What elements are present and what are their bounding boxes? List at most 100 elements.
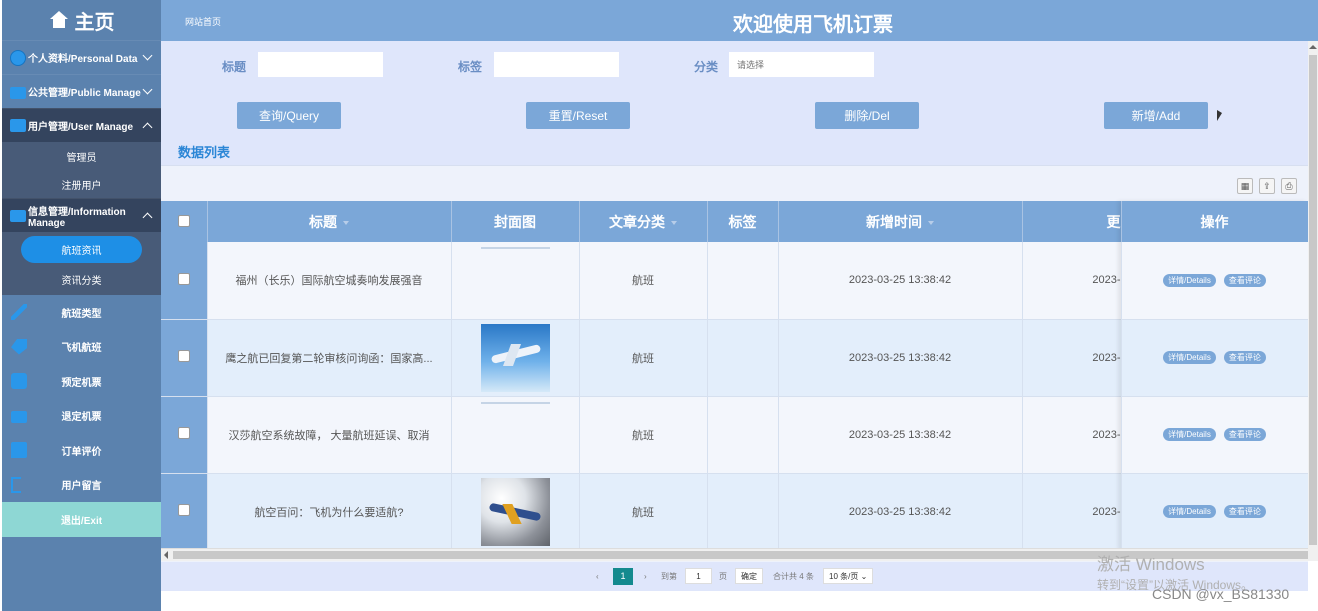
cover-image	[480, 477, 550, 546]
add-button[interactable]: 新增/Add	[1104, 102, 1208, 129]
details-button[interactable]: 详情/Details	[1163, 273, 1216, 287]
page-size-value: 10 条/页	[829, 571, 859, 581]
title-input[interactable]	[258, 52, 383, 77]
briefcase-icon	[11, 410, 27, 423]
page-number-current[interactable]: 1	[613, 567, 633, 585]
cover-image	[480, 401, 550, 404]
delete-button[interactable]: 删除/Del	[815, 102, 919, 129]
goto-page-input[interactable]: 1	[685, 568, 712, 584]
reset-button[interactable]: 重置/Reset	[526, 102, 630, 129]
details-button[interactable]: 详情/Details	[1163, 428, 1216, 441]
view-comments-button[interactable]: 查看评论	[1223, 428, 1266, 441]
chevron-down-icon	[142, 50, 153, 61]
menu-public-manage[interactable]: 公共管理/Public Manage	[2, 74, 161, 108]
sidebar-item-flight-news[interactable]: 航班资讯	[21, 236, 142, 263]
column-label: 标题	[309, 213, 337, 230]
updated-cell: 2023-	[1022, 242, 1122, 320]
column-label: 文章分类	[609, 213, 665, 230]
scroll-left-icon[interactable]	[164, 551, 168, 559]
actions-cell: 详情/Details 查看评论	[1121, 473, 1309, 551]
print-icon[interactable]: ⎙	[1281, 178, 1297, 194]
menu-label: 公共管理/Public Manage	[28, 88, 141, 99]
columns-icon[interactable]: ▦	[1237, 178, 1253, 194]
info-card-icon	[10, 209, 26, 222]
query-button[interactable]: 查询/Query	[237, 102, 341, 129]
exit-button[interactable]: 退出/Exit	[2, 502, 161, 537]
menu-information-manage[interactable]: 信息管理/Information Manage	[2, 198, 161, 232]
brand-label: 主页	[74, 11, 115, 34]
page-label: 页	[719, 571, 727, 581]
created-cell: 2023-03-25 13:38:42	[778, 396, 1023, 474]
sidebar-item-user-message[interactable]: 用户留言	[2, 468, 161, 503]
chevron-down-icon	[142, 84, 153, 95]
page-size-select[interactable]: 10 条/页 ⌄	[823, 568, 874, 584]
data-table: 标题 封面图 文章分类 标签 新增时间 更 操作 福州（长乐）国际航空城奏响发展…	[161, 201, 1309, 551]
menu-user-manage[interactable]: 用户管理/User Manage	[2, 108, 161, 142]
prev-page-icon[interactable]: ‹	[596, 567, 599, 585]
details-button[interactable]: 详情/Details	[1163, 505, 1216, 518]
sidebar-item-admin[interactable]: 管理员	[2, 142, 161, 170]
export-icon[interactable]: ⇪	[1259, 178, 1275, 194]
details-button[interactable]: 详情/Details	[1163, 351, 1216, 364]
column-category[interactable]: 文章分类	[579, 201, 708, 242]
table-toolbar: ▦ ⇪ ⎙	[1237, 178, 1297, 194]
watermark-line1: 激活 Windows	[1097, 555, 1205, 574]
sidebar-item-order-review[interactable]: 订单评价	[2, 433, 161, 468]
sidebar-item-book-ticket[interactable]: 预定机票	[2, 364, 161, 399]
pen-icon	[11, 304, 27, 320]
row-checkbox[interactable]	[177, 350, 190, 362]
monitor-icon	[10, 86, 26, 99]
view-comments-button[interactable]: 查看评论	[1223, 273, 1266, 287]
category-label: 分类	[694, 60, 719, 74]
select-all-cell	[161, 201, 208, 242]
globe-icon	[10, 49, 26, 66]
sidebar-item-refund-ticket[interactable]: 退定机票	[2, 399, 161, 434]
column-tag: 标签	[707, 201, 779, 242]
sidebar-item-flights[interactable]: 飞机航班	[2, 330, 161, 365]
breadcrumb[interactable]: 网站首页	[185, 15, 221, 28]
category-cell: 航班	[579, 473, 708, 551]
list-title: 数据列表	[178, 145, 231, 160]
menu-personal-data[interactable]: 个人资料/Personal Data	[2, 40, 161, 74]
scroll-thumb[interactable]	[1309, 55, 1317, 545]
main-content: 标题 标签 分类 查询/Query 重置/Reset 删除/Del 新增/Add…	[161, 41, 1309, 611]
row-select-cell	[161, 473, 208, 551]
sidebar-item-news-category[interactable]: 资讯分类	[2, 265, 161, 293]
row-checkbox[interactable]	[177, 504, 190, 516]
column-created[interactable]: 新增时间	[778, 201, 1023, 242]
updated-cell: 2023-	[1022, 473, 1122, 551]
sidebar-item-registered-users[interactable]: 注册用户	[2, 170, 161, 198]
category-cell: 航班	[579, 396, 708, 474]
view-comments-button[interactable]: 查看评论	[1223, 351, 1266, 364]
column-title[interactable]: 标题	[207, 201, 452, 242]
column-label: 封面图	[494, 213, 536, 230]
row-select-cell	[161, 396, 208, 474]
sort-icon	[671, 220, 677, 225]
next-page-icon[interactable]: ›	[644, 567, 647, 585]
title-cell: 汉莎航空系统故障， 大量航班延误、取消	[207, 396, 452, 474]
table-row: 鹰之航已回复第二轮审核问询函：国家高... 航班 2023-03-25 13:3…	[161, 319, 1309, 397]
category-select[interactable]	[729, 52, 874, 77]
sidebar-item-flight-type[interactable]: 航班类型	[2, 295, 161, 330]
column-label: 新增时间	[866, 213, 922, 230]
goto-confirm-button[interactable]: 确定	[735, 568, 763, 584]
updated-cell: 2023-	[1022, 396, 1122, 474]
vertical-scrollbar[interactable]	[1308, 41, 1318, 561]
csdn-watermark: CSDN @vx_BS81330	[1152, 586, 1290, 602]
tag-cell	[707, 242, 779, 320]
total-count: 合计共 4 条	[773, 571, 814, 581]
select-all-checkbox[interactable]	[177, 214, 190, 227]
view-comments-button[interactable]: 查看评论	[1223, 505, 1266, 518]
cover-image	[480, 247, 550, 250]
category-cell: 航班	[579, 319, 708, 397]
home-link[interactable]: 主页	[2, 0, 161, 40]
scroll-up-icon[interactable]	[1309, 45, 1317, 49]
created-cell: 2023-03-25 13:38:42	[778, 242, 1023, 320]
tag-input[interactable]	[494, 52, 619, 77]
row-checkbox[interactable]	[177, 272, 190, 285]
row-checkbox[interactable]	[177, 427, 190, 439]
user-card-icon	[10, 119, 26, 132]
column-label: 操作	[1200, 213, 1229, 230]
goto-label: 到第	[661, 571, 677, 581]
table-header-row: 标题 封面图 文章分类 标签 新增时间 更 操作	[161, 201, 1309, 242]
